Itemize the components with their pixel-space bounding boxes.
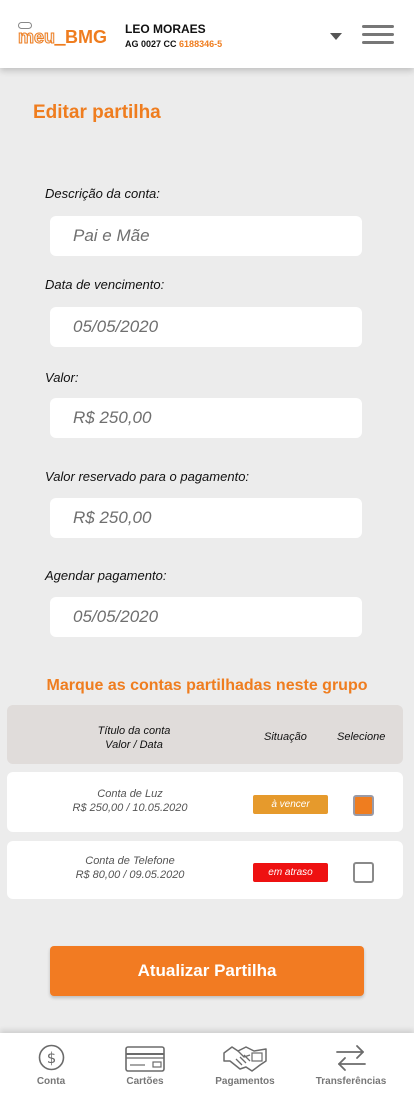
status-badge: em atraso — [253, 863, 328, 882]
reserved-amount-label: Valor reservado para o pagamento: — [45, 469, 250, 484]
account-number: 6188346-5 — [179, 39, 223, 49]
nav-item-cartoes[interactable]: Cartões — [95, 1033, 195, 1102]
hamburger-menu-icon[interactable] — [362, 25, 394, 45]
app-header: meu_BMG LEO MORAES AG 0027 CC 6188346-5 — [0, 0, 414, 68]
handshake-icon — [223, 1046, 267, 1072]
schedule-payment-label: Agendar pagamento: — [45, 568, 167, 583]
nav-item-pagamentos[interactable]: Pagamentos — [195, 1033, 295, 1102]
reserved-amount-input[interactable]: R$ 250,00 — [50, 498, 362, 538]
dollar-circle-icon: $ — [38, 1044, 65, 1071]
account-row: Conta de Telefone R$ 80,00 / 09.05.2020 … — [7, 841, 403, 899]
transfer-arrows-icon — [336, 1045, 366, 1071]
meu-bmg-logo[interactable]: meu_BMG — [17, 22, 108, 48]
select-checkbox[interactable] — [353, 795, 374, 816]
due-date-label: Data de vencimento: — [45, 277, 165, 292]
due-date-input[interactable]: 05/05/2020 — [50, 307, 362, 347]
svg-text:$: $ — [47, 1049, 57, 1067]
schedule-payment-input[interactable]: 05/05/2020 — [50, 597, 362, 637]
description-label: Descrição da conta: — [45, 186, 160, 201]
status-badge: à vencer — [253, 795, 328, 814]
logo-bmg: BMG — [65, 27, 108, 47]
logo-meu: meu_ — [17, 27, 66, 48]
column-select-header: Selecione — [337, 731, 386, 743]
page-title: Editar partilha — [33, 102, 161, 123]
nav-item-transferencias[interactable]: Transferências — [301, 1033, 401, 1102]
nav-item-conta[interactable]: $ Conta — [1, 1033, 101, 1102]
update-share-button[interactable]: Atualizar Partilha — [50, 946, 364, 996]
credit-card-icon — [125, 1046, 165, 1072]
group-title: Marque as contas partilhadas neste grupo — [46, 677, 368, 694]
account-value-date: R$ 80,00 / 09.05.2020 — [75, 869, 185, 881]
column-status-header: Situação — [264, 731, 307, 743]
column-title-header: Título da conta Valor / Data — [97, 725, 171, 751]
bottom-nav: $ Conta Cartões Pagamentos Transferência — [0, 1033, 414, 1102]
account-info: AG 0027 CC 6188346-5 — [125, 39, 222, 49]
select-checkbox[interactable] — [353, 862, 374, 883]
account-row: Conta de Luz R$ 250,00 / 10.05.2020 à ve… — [7, 772, 403, 832]
description-input[interactable]: Pai e Mãe — [50, 216, 362, 256]
user-name: LEO MORAES — [125, 22, 206, 36]
table-header: Título da conta Valor / Data Situação Se… — [7, 705, 403, 764]
account-name: Conta de Luz — [97, 788, 163, 800]
account-value-date: R$ 250,00 / 10.05.2020 — [72, 802, 188, 814]
amount-input[interactable]: R$ 250,00 — [50, 398, 362, 438]
account-name: Conta de Telefone — [85, 855, 175, 867]
amount-label: Valor: — [45, 370, 79, 385]
account-prefix: AG 0027 CC — [125, 39, 177, 49]
account-dropdown-icon[interactable] — [330, 33, 342, 40]
